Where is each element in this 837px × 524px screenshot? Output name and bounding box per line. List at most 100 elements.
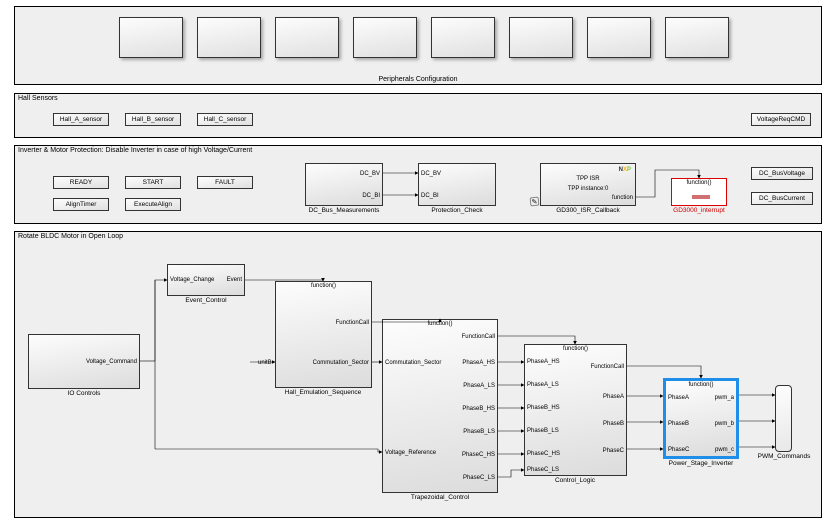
periph-block-5[interactable] — [431, 17, 495, 58]
fault-label: FAULT — [215, 179, 235, 186]
interrupt-top: function() — [686, 180, 711, 186]
ps-i3: PhaseC — [668, 447, 689, 453]
isr-callback-block[interactable]: NXP TPP ISR TPP instance:0 function — [540, 163, 636, 206]
periph-block-2[interactable] — [197, 17, 261, 58]
ps-o3: pwm_c — [715, 447, 734, 453]
cl-i4: PhaseB_LS — [527, 428, 559, 434]
trap-fc: FunctionCall — [462, 334, 495, 340]
trap-o2: PhaseA_LS — [463, 383, 495, 389]
protection-check-block[interactable]: DC_BV DC_BI — [418, 163, 496, 206]
periph-block-1[interactable] — [119, 17, 183, 58]
ps-top: function() — [688, 382, 713, 388]
event-control-block[interactable]: Voltage_Change Event — [167, 264, 245, 296]
ready-button[interactable]: READY — [53, 176, 109, 189]
trap-o4: PhaseB_LS — [463, 429, 495, 435]
dc-bus-current-label: DC_BusCurrent — [759, 195, 805, 202]
dc-bus-block[interactable]: DC_BV DC_BI — [305, 163, 383, 206]
periph-block-8[interactable] — [665, 17, 729, 58]
hall-c-button[interactable]: Hall_C_sensor — [197, 113, 253, 126]
trap-o5: PhaseC_HS — [462, 452, 495, 458]
start-button[interactable]: START — [125, 176, 181, 189]
isr-out: function — [612, 195, 633, 201]
ps-i2: PhaseB — [668, 421, 689, 427]
peripherals-title: Peripherals Configuration — [379, 76, 458, 83]
hall-a-button[interactable]: Hall_A_sensor — [53, 113, 109, 126]
periph-block-3[interactable] — [275, 17, 339, 58]
hall-emul-top: function() — [311, 283, 336, 289]
hall-emulation-block[interactable]: function() FunctionCall Commutation_Sect… — [275, 281, 372, 388]
cl-o1: PhaseA — [603, 394, 624, 400]
dc-bus-current-button[interactable]: DC_BusCurrent — [751, 192, 813, 205]
hall-c-label: Hall_C_sensor — [204, 116, 247, 123]
dc-bus-out1: DC_BV — [360, 171, 380, 177]
power-stage-label: Power_Stage_Inverter — [669, 460, 734, 467]
ready-label: READY — [70, 179, 92, 186]
dc-bus-voltage-button[interactable]: DC_BusVoltage — [751, 167, 813, 180]
fault-button[interactable]: FAULT — [197, 176, 253, 189]
voltage-req-cmd-label: VoltageReqCMD — [757, 116, 805, 123]
isr-line2: TPP instance:0 — [568, 186, 609, 192]
isr-line1: TPP ISR — [576, 176, 599, 182]
hall-emul-out1: Commutation_Sector — [313, 360, 369, 366]
io-controls-label: IO Controls — [68, 390, 101, 397]
interrupt-label: GD3000_interrupt — [673, 207, 725, 214]
isr-label: GD300_ISR_Callback — [556, 207, 620, 214]
voltage-req-cmd-button[interactable]: VoltageReqCMD — [751, 113, 811, 126]
hall-title: Hall Sensors — [18, 95, 58, 102]
pwm-label: PWM_Commands — [758, 453, 811, 460]
periph-block-7[interactable] — [587, 17, 651, 58]
cl-i1: PhaseA_HS — [527, 359, 560, 365]
align-timer-label: AlignTimer — [66, 201, 97, 208]
cl-i5: PhaseC_HS — [527, 451, 560, 457]
trapezoidal-block[interactable]: function() Commutation_Sector Voltage_Re… — [382, 319, 498, 493]
trap-in2: Voltage_Reference — [385, 450, 436, 456]
align-timer-button[interactable]: AlignTimer — [53, 198, 109, 211]
rotate-title: Rotate BLDC Motor in Open Loop — [18, 233, 123, 240]
trap-in1: Commutation_Sector — [385, 360, 441, 366]
trap-o3: PhaseB_HS — [462, 406, 495, 412]
ps-i1: PhaseA — [668, 395, 689, 401]
event-in: Voltage_Change — [170, 277, 214, 283]
cl-i6: PhaseC_LS — [527, 467, 559, 473]
hall-emulation-label: Hall_Emulation_Sequence — [285, 389, 362, 396]
cl-i2: PhaseA_LS — [527, 382, 559, 388]
hall-b-label: Hall_B_sensor — [132, 116, 174, 123]
control-logic-label: Control_Logic — [555, 477, 595, 484]
nxp-logo: NXP — [619, 167, 631, 173]
trap-top: function() — [427, 321, 452, 327]
start-label: START — [143, 179, 164, 186]
hall-a-label: Hall_A_sensor — [60, 116, 102, 123]
dc-bus-voltage-label: DC_BusVoltage — [759, 170, 805, 177]
io-controls-block[interactable]: Voltage_Command — [28, 334, 140, 389]
dc-bus-out2: DC_BI — [362, 193, 380, 199]
periph-block-6[interactable] — [509, 17, 573, 58]
trap-o1: PhaseA_HS — [462, 360, 495, 366]
trapezoidal-label: Trapezoidal_Control — [411, 494, 469, 501]
prot-in2: DC_BI — [421, 193, 439, 199]
protection-check-label: Protection_Check — [431, 207, 482, 214]
event-control-label: Event_Control — [185, 297, 226, 304]
hall-b-button[interactable]: Hall_B_sensor — [125, 113, 181, 126]
event-out: Event — [227, 277, 242, 283]
control-logic-block[interactable]: function() PhaseA_HS PhaseA_LS PhaseB_HS… — [524, 344, 627, 476]
periph-block-4[interactable] — [353, 17, 417, 58]
pwm-sink[interactable] — [775, 385, 792, 452]
execute-align-label: ExecuteAlign — [134, 201, 172, 208]
cl-o3: PhaseC — [603, 448, 624, 454]
trap-o6: PhaseC_LS — [463, 475, 495, 481]
interrupt-block[interactable]: function() — [671, 178, 727, 206]
io-out: Voltage_Command — [86, 359, 137, 365]
cl-o2: PhaseB — [603, 421, 624, 427]
prot-in1: DC_BV — [421, 171, 441, 177]
hall-emul-fc: FunctionCall — [336, 320, 369, 326]
cl-i3: PhaseB_HS — [527, 405, 560, 411]
execute-align-button[interactable]: ExecuteAlign — [125, 198, 181, 211]
cl-fc: FunctionCall — [591, 364, 624, 370]
hall-emul-out2: unitB — [258, 360, 272, 366]
isr-badge-icon: ✎ — [530, 197, 540, 207]
power-stage-block[interactable]: function() PhaseA PhaseB PhaseC pwm_a pw… — [663, 378, 739, 459]
ps-o2: pwm_b — [715, 421, 734, 427]
ps-o1: pwm_a — [715, 395, 734, 401]
cl-top: function() — [563, 346, 588, 352]
dc-bus-label: DC_Bus_Measurements — [309, 207, 380, 214]
